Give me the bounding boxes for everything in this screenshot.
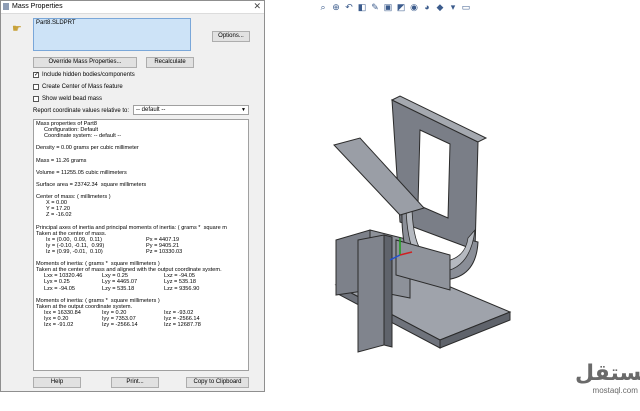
apply-scene-icon[interactable]: ◆ bbox=[435, 2, 445, 12]
watermark-arabic: مستقل bbox=[575, 361, 640, 386]
zoom-area-icon[interactable]: ⊕ bbox=[331, 2, 341, 12]
display-style-icon[interactable]: ◩ bbox=[396, 2, 406, 12]
coordinate-system-select[interactable]: -- default -- ▼ bbox=[133, 105, 249, 115]
checkbox-box[interactable] bbox=[33, 96, 39, 102]
checkbox-label: Include hidden bodies/components bbox=[42, 72, 135, 78]
selected-item[interactable]: Part8.SLDPRT bbox=[36, 20, 188, 26]
report-coordinate-label: Report coordinate values relative to: bbox=[33, 108, 130, 114]
view-settings-icon[interactable]: ▾ bbox=[448, 2, 458, 12]
heads-up-view-toolbar: ⌕ ⊕ ↶ ◧ ✎ ▣ ◩ ◉ ◕ ◆ ▾ ▭ bbox=[318, 1, 471, 12]
mass-properties-icon bbox=[3, 3, 9, 10]
checkbox-box[interactable]: ✓ bbox=[33, 72, 39, 78]
sheet-metal-part-model[interactable] bbox=[300, 90, 520, 370]
mass-properties-results[interactable]: Mass properties of Part8 Configuration: … bbox=[33, 119, 249, 371]
selection-pin-icon: ☛ bbox=[12, 23, 22, 35]
print-button[interactable]: Print... bbox=[111, 377, 159, 388]
create-center-of-mass-checkbox[interactable]: Create Center of Mass feature bbox=[33, 84, 123, 90]
moi-com-row: Lzx = -94.05 Lzy = 535.18 Lzz = 9356.90 bbox=[44, 285, 200, 292]
title-bar[interactable]: Mass Properties ✕ bbox=[1, 1, 264, 14]
moi-output-row: Izx = -91.02 Izy = -2566.14 Izz = 12687.78 bbox=[44, 322, 201, 329]
principal-axes-title: Principal axes of inertia and principal … bbox=[36, 224, 227, 231]
checkbox-label: Create Center of Mass feature bbox=[42, 84, 123, 90]
search-icon[interactable]: ⌕ bbox=[318, 2, 328, 12]
selection-list[interactable]: Part8.SLDPRT bbox=[33, 18, 191, 51]
checkbox-box[interactable] bbox=[33, 84, 39, 90]
watermark-latin: mostaql.com bbox=[592, 386, 638, 395]
options-button[interactable]: Options... bbox=[212, 31, 250, 42]
monitor-icon[interactable]: ▭ bbox=[461, 2, 471, 12]
mass-properties-dialog: Mass Properties ✕ ☛ Part8.SLDPRT Options… bbox=[0, 0, 265, 392]
recalculate-button[interactable]: Recalculate bbox=[146, 57, 194, 68]
view-orientation-icon[interactable]: ▣ bbox=[383, 2, 393, 12]
section-view-icon[interactable]: ◧ bbox=[357, 2, 367, 12]
override-mass-properties-button[interactable]: Override Mass Properties... bbox=[33, 57, 137, 68]
hide-show-icon[interactable]: ◉ bbox=[409, 2, 419, 12]
window-title: Mass Properties bbox=[12, 3, 63, 10]
help-button[interactable]: Help bbox=[33, 377, 81, 388]
watermark: مستقل mostaql.com bbox=[575, 361, 640, 396]
checkbox-label: Show weld bead mass bbox=[42, 96, 103, 102]
show-weld-bead-mass-checkbox[interactable]: Show weld bead mass bbox=[33, 96, 102, 102]
close-icon[interactable]: ✕ bbox=[253, 1, 261, 12]
previous-view-icon[interactable]: ↶ bbox=[344, 2, 354, 12]
edit-appearance-icon[interactable]: ◕ bbox=[422, 2, 432, 12]
chevron-down-icon[interactable]: ▼ bbox=[241, 106, 246, 114]
select-value: -- default -- bbox=[136, 107, 166, 113]
copy-to-clipboard-button[interactable]: Copy to Clipboard bbox=[186, 377, 249, 388]
dynamic-annotation-icon[interactable]: ✎ bbox=[370, 2, 380, 12]
include-hidden-bodies-checkbox[interactable]: ✓ Include hidden bodies/components bbox=[33, 72, 135, 78]
